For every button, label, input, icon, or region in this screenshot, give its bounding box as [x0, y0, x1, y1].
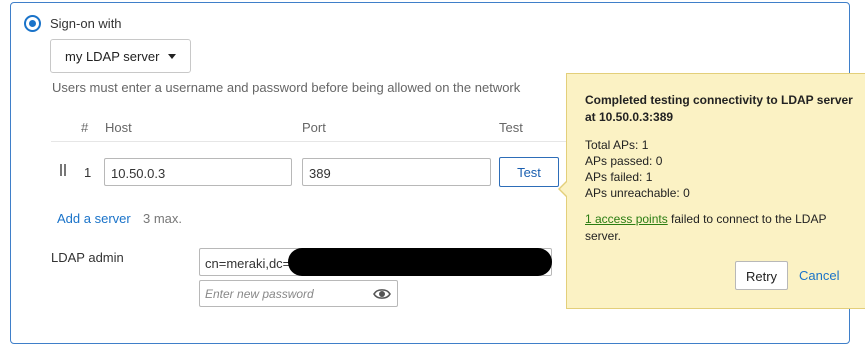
host-input[interactable]: 10.50.0.3 [104, 158, 292, 186]
access-points-link[interactable]: 1 access points [585, 212, 668, 226]
signon-dropdown[interactable]: my LDAP server [50, 39, 191, 73]
row-number: 1 [84, 165, 92, 180]
max-servers-note: 3 max. [143, 211, 183, 226]
aps-passed: APs passed: 0 [585, 154, 663, 168]
column-header-host: Host [105, 120, 132, 135]
signon-label: Sign-on with [50, 16, 122, 31]
redaction-mark [288, 248, 552, 276]
test-button[interactable]: Test [499, 157, 559, 187]
signon-hint: Users must enter a username and password… [52, 80, 521, 95]
aps-failed: APs failed: 1 [585, 170, 653, 184]
failure-message: 1 access points failed to connect to the… [585, 211, 855, 245]
drag-handle-icon[interactable] [60, 164, 66, 176]
popover-arrow-fill [560, 181, 568, 197]
caret-down-icon [168, 54, 176, 59]
ldap-admin-dn-value: cn=meraki,dc= [205, 256, 291, 271]
column-header-port: Port [302, 120, 326, 135]
retry-button[interactable]: Retry [735, 261, 788, 290]
test-results-popover: Completed testing connectivity to LDAP s… [566, 73, 865, 309]
total-aps: Total APs: 1 [585, 138, 649, 152]
ldap-admin-label: LDAP admin [51, 250, 124, 265]
password-input[interactable]: Enter new password [199, 280, 398, 307]
aps-unreachable: APs unreachable: 0 [585, 186, 690, 200]
column-header-number: # [81, 120, 89, 135]
signon-dropdown-value: my LDAP server [65, 49, 160, 64]
column-header-test: Test [499, 120, 523, 135]
port-input-value: 389 [309, 166, 331, 181]
eye-icon[interactable] [373, 287, 391, 301]
host-input-value: 10.50.0.3 [111, 166, 166, 181]
port-input[interactable]: 389 [302, 158, 491, 186]
popover-title: Completed testing connectivity to LDAP s… [585, 93, 853, 124]
table-header-divider [51, 141, 581, 142]
password-placeholder: Enter new password [205, 287, 314, 301]
cancel-link[interactable]: Cancel [799, 268, 839, 283]
radio-selected-icon[interactable] [24, 15, 41, 32]
add-server-link[interactable]: Add a server [57, 211, 131, 226]
